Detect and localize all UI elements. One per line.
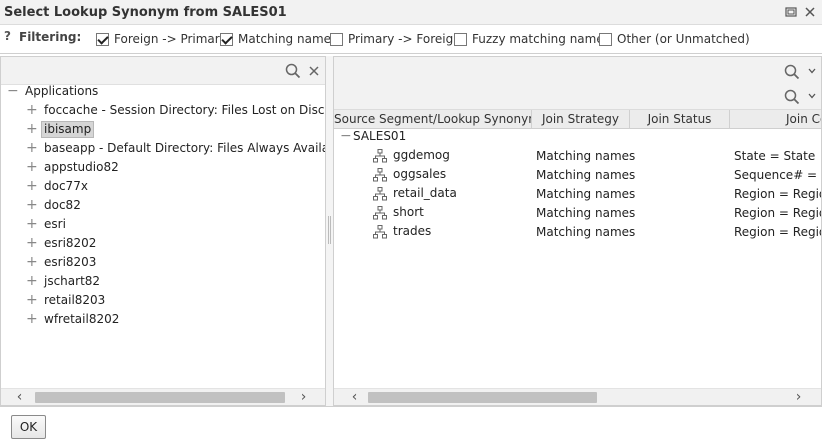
filter-primary-foreign-label: Primary -> Foreign (348, 32, 461, 46)
close-icon[interactable] (803, 5, 817, 19)
column-header-source-segment[interactable]: Source Segment/Lookup Synonym (334, 110, 532, 129)
segment-name: ggdemog (393, 148, 450, 162)
tree-node-label[interactable]: wfretail8202 (44, 310, 119, 329)
expand-icon[interactable]: + (26, 215, 38, 234)
join-condition: Region = Region (734, 225, 821, 239)
tree-toolbar (1, 57, 325, 85)
scrollbar-thumb[interactable] (368, 392, 597, 403)
ok-button[interactable]: OK (11, 415, 46, 439)
tree-node-label[interactable]: doc82 (44, 196, 81, 215)
filter-bar: ? Filtering: Foreign -> Primary Matching… (0, 25, 822, 54)
filter-other-unmatched[interactable]: Other (or Unmatched) (599, 31, 750, 47)
filter-matching-names[interactable]: Matching names (220, 31, 337, 47)
filter-other-unmatched-label: Other (or Unmatched) (617, 32, 750, 46)
grid-header: Source Segment/Lookup Synonym Join Strat… (334, 109, 821, 129)
segment-hierarchy-icon (373, 187, 387, 201)
search-options-chevron-icon[interactable] (808, 68, 816, 74)
grid-toolbar (334, 57, 821, 109)
applications-tree-pane: − Applications + foccache - Session Dire… (0, 56, 326, 406)
scroll-left-arrow-icon[interactable]: ‹ (11, 389, 28, 405)
filter-matching-names-checkbox[interactable] (220, 32, 233, 46)
filter-foreign-primary[interactable]: Foreign -> Primary (96, 31, 227, 47)
group-label-sales01[interactable]: SALES01 (353, 129, 406, 146)
segment-hierarchy-icon (373, 168, 387, 182)
join-strategy: Matching names (536, 168, 636, 182)
tree-node-label[interactable]: Applications (25, 82, 98, 101)
tree-node-label[interactable]: esri8202 (44, 234, 96, 253)
title-bar: Select Lookup Synonym from SALES01 (0, 0, 822, 25)
join-strategy: Matching names (536, 187, 636, 201)
join-strategy: Matching names (536, 206, 636, 220)
tree-node-label[interactable]: doc77x (44, 177, 88, 196)
tree-node-label-selected[interactable]: ibisamp (41, 121, 95, 138)
expand-icon[interactable]: + (26, 272, 38, 291)
search-icon[interactable] (285, 63, 301, 79)
segment-name: short (393, 205, 424, 219)
scroll-left-arrow-icon[interactable]: ‹ (346, 389, 363, 405)
scrollbar-thumb[interactable] (35, 392, 285, 403)
join-strategy: Matching names (536, 225, 636, 239)
left-horizontal-scrollbar[interactable]: ‹ › (1, 388, 325, 405)
expand-icon[interactable]: + (26, 196, 38, 215)
expand-icon[interactable]: + (26, 158, 38, 177)
segment-name: oggsales (393, 167, 447, 181)
join-strategy: Matching names (536, 149, 636, 163)
expand-icon[interactable]: + (26, 177, 38, 196)
clear-search-icon[interactable] (308, 65, 320, 77)
expand-icon[interactable]: + (26, 139, 38, 158)
segment-hierarchy-icon (373, 149, 387, 163)
filter-foreign-primary-checkbox[interactable] (96, 32, 109, 46)
segment-hierarchy-icon (373, 206, 387, 220)
filter-foreign-primary-label: Foreign -> Primary (114, 32, 227, 46)
filter-fuzzy-matching[interactable]: Fuzzy matching names (454, 31, 610, 47)
join-condition: Sequence# = Se (734, 168, 821, 182)
grid-body: − SALES01 ggdemog Matching names State =… (334, 129, 821, 389)
group-expander[interactable]: − (340, 129, 352, 146)
expand-icon[interactable]: + (26, 291, 38, 310)
collapse-icon[interactable]: − (340, 129, 352, 144)
tree-node-label[interactable]: esri8203 (44, 253, 96, 272)
synonyms-grid-pane: Source Segment/Lookup Synonym Join Strat… (333, 56, 822, 406)
filter-matching-names-label: Matching names (238, 32, 338, 46)
column-header-join-conditions[interactable]: Join Conditions (730, 110, 821, 129)
expand-icon[interactable]: + (26, 120, 38, 139)
dialog-title: Select Lookup Synonym from SALES01 (4, 5, 287, 20)
segment-hierarchy-icon (373, 225, 387, 239)
scroll-right-arrow-icon[interactable]: › (790, 389, 807, 405)
tree-node-label[interactable]: retail8203 (44, 291, 105, 310)
search-icon-secondary[interactable] (784, 89, 800, 105)
expand-icon[interactable]: + (26, 253, 38, 272)
filter-primary-foreign[interactable]: Primary -> Foreign (330, 31, 461, 47)
tree-node-label[interactable]: baseapp - Default Directory: Files Alway… (44, 139, 325, 158)
tree-node-label[interactable]: jschart82 (44, 272, 100, 291)
filtering-label: Filtering: (19, 30, 82, 44)
join-condition: State = State (734, 149, 816, 163)
tree-node-label[interactable]: esri (44, 215, 66, 234)
filter-other-unmatched-checkbox[interactable] (599, 32, 612, 46)
search-options-chevron-icon-secondary[interactable] (808, 93, 816, 99)
filter-fuzzy-matching-label: Fuzzy matching names (472, 32, 610, 46)
help-icon[interactable]: ? (4, 29, 11, 43)
filter-fuzzy-matching-checkbox[interactable] (454, 32, 467, 46)
tree-node-label[interactable]: appstudio82 (44, 158, 119, 177)
splitter-grip[interactable] (328, 216, 331, 244)
expand-icon[interactable]: + (26, 234, 38, 253)
scroll-right-arrow-icon[interactable]: › (295, 389, 312, 405)
column-header-join-status[interactable]: Join Status (630, 110, 730, 129)
expand-icon[interactable]: + (26, 101, 38, 120)
collapse-icon[interactable]: − (7, 82, 19, 101)
search-icon[interactable] (784, 64, 800, 80)
right-horizontal-scrollbar[interactable]: ‹ › (334, 388, 821, 405)
column-header-join-strategy[interactable]: Join Strategy (532, 110, 630, 129)
restore-icon[interactable] (784, 5, 798, 19)
segment-name: retail_data (393, 186, 457, 200)
filter-primary-foreign-checkbox[interactable] (330, 32, 343, 46)
join-condition: Region = Region (734, 187, 821, 201)
pane-splitter[interactable] (326, 56, 333, 406)
tree-node-label[interactable]: foccache - Session Directory: Files Lost… (44, 101, 325, 120)
dialog-footer: OK (0, 406, 822, 447)
segment-name: trades (393, 224, 432, 238)
join-condition: Region = Region (734, 206, 821, 220)
expand-icon[interactable]: + (26, 310, 38, 329)
